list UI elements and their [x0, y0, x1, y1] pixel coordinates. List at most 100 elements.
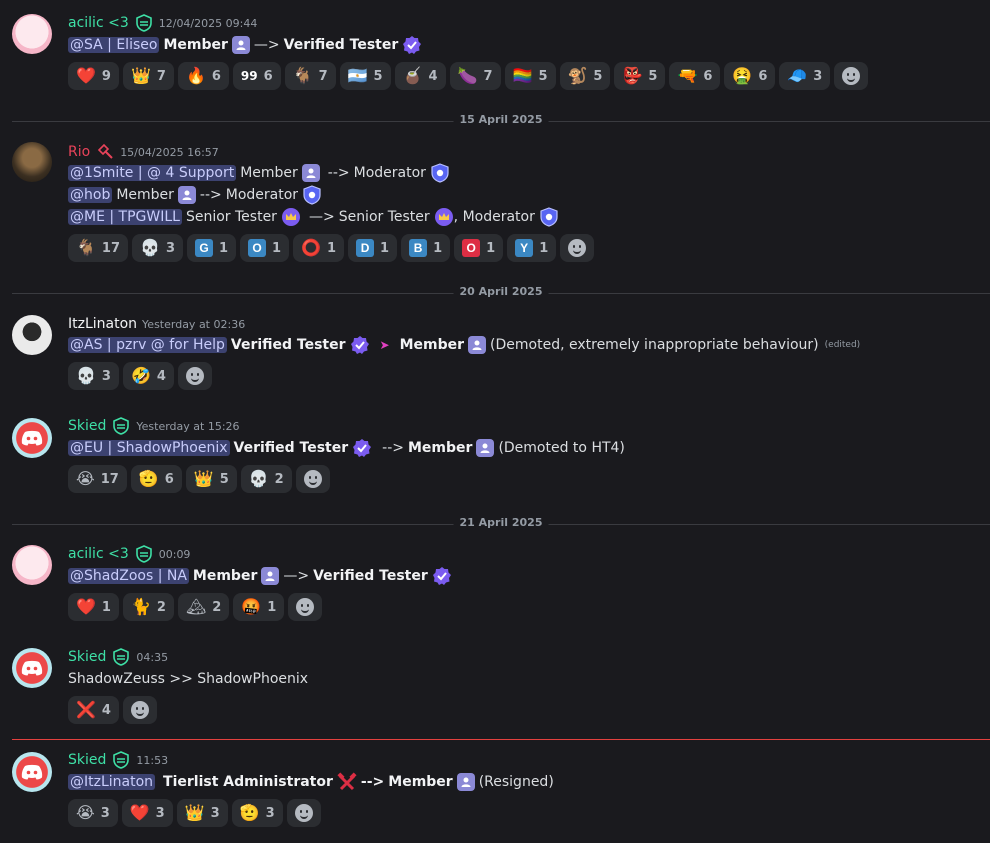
add-reaction-button[interactable] [560, 234, 595, 262]
username[interactable]: ItzLinaton [68, 316, 137, 332]
reaction-emoji: 😭 [76, 803, 95, 822]
avatar[interactable] [12, 648, 52, 688]
role-extra: , Moderator [453, 209, 535, 225]
reaction[interactable]: B1 [401, 234, 451, 262]
message-content: @1Smite | @ 4 Support Member --> Moderat… [68, 162, 450, 184]
reaction[interactable]: 🔫 6 [669, 62, 721, 90]
reaction[interactable]: 🤬 1 [233, 593, 285, 621]
reaction[interactable]: 💀 3 [68, 362, 119, 390]
reaction[interactable]: ⭕ 1 [293, 234, 345, 262]
reaction[interactable]: 🤣 4 [122, 362, 174, 390]
reaction[interactable]: G1 [186, 234, 237, 262]
date-divider: 21 April 2025 [12, 516, 990, 529]
member-role-icon [468, 336, 487, 354]
reaction[interactable]: ❌ 4 [68, 696, 119, 724]
reaction[interactable]: 👑 3 [176, 799, 228, 827]
reaction[interactable]: 🤮 6 [724, 62, 776, 90]
user-mention[interactable]: @1Smite | @ 4 Support [68, 165, 237, 181]
user-mention[interactable]: @ItzLinaton [68, 774, 156, 790]
reaction-emoji: 👺 [622, 66, 643, 85]
reaction[interactable]: 😭 3 [68, 799, 118, 827]
crossed-hammers-icon [337, 772, 357, 792]
add-reaction-button[interactable] [286, 799, 321, 827]
reaction[interactable]: 🏳️‍🌈 5 [504, 62, 556, 90]
username[interactable]: acilic <3 [68, 546, 129, 562]
message-note: (Demoted to HT4) [498, 440, 625, 456]
add-reaction-button[interactable] [122, 696, 157, 724]
username[interactable]: Skied [68, 649, 106, 665]
reaction[interactable]: 🐒 5 [559, 62, 611, 90]
reaction[interactable]: 🔥 6 [177, 62, 229, 90]
reaction[interactable]: 👑 5 [185, 465, 237, 493]
reaction-emoji: ❌ [76, 700, 96, 719]
reaction[interactable]: 🐐 7 [284, 62, 336, 90]
reaction-emoji: 🏔 [185, 597, 207, 616]
verified-badge-icon [352, 438, 372, 458]
reaction[interactable]: ❤️ 3 [121, 799, 173, 827]
reaction-emoji: 🏳️‍🌈 [512, 66, 533, 85]
reaction-bar: 💀 3 🤣 4 [68, 362, 212, 390]
reaction[interactable]: Y1 [507, 234, 557, 262]
role-shield-icon [111, 750, 131, 770]
user-mention[interactable]: @EU | ShadowPhoenix [68, 440, 230, 456]
reaction-count: 5 [373, 68, 383, 84]
reaction-count: 6 [211, 68, 221, 84]
reaction[interactable]: 💀 3 [132, 234, 183, 262]
reaction[interactable]: 😭 17 [68, 465, 127, 493]
username[interactable]: acilic <3 [68, 15, 129, 31]
role-shield-icon [111, 647, 131, 667]
reaction[interactable]: 🐐 17 [68, 234, 129, 262]
reaction[interactable]: 👑 7 [122, 62, 174, 90]
avatar[interactable] [12, 545, 52, 585]
username[interactable]: Skied [68, 418, 106, 434]
role-to: Verified Tester [313, 568, 428, 584]
reaction[interactable]: ❤️ 9 [68, 62, 119, 90]
reaction-bar: ❤️ 1 🐈 2 🏔 2 🤬 1 [68, 593, 323, 621]
user-mention[interactable]: @ME | TPGWILL [68, 209, 182, 225]
timestamp: 00:09 [158, 547, 191, 561]
reaction[interactable]: 🇦🇷 5 [339, 62, 391, 90]
reaction[interactable]: O1 [454, 234, 504, 262]
reaction[interactable]: 🏔 2 [177, 593, 230, 621]
reaction[interactable]: 🍆 7 [449, 62, 501, 90]
user-mention[interactable]: @AS | pzrv @ for Help [68, 337, 227, 353]
username[interactable]: Rio [68, 144, 90, 160]
message-header: Skied 04:35 [68, 647, 168, 667]
add-reaction-button[interactable] [295, 465, 330, 493]
reaction-count: 5 [648, 68, 658, 84]
avatar[interactable] [12, 418, 52, 458]
reaction-emoji: 💀 [140, 238, 160, 257]
add-reaction-button[interactable] [177, 362, 212, 390]
reaction-count: 1 [267, 599, 277, 615]
reaction[interactable]: 🫡 6 [130, 465, 182, 493]
arrow-text: —> [253, 37, 280, 53]
username[interactable]: Skied [68, 752, 106, 768]
avatar[interactable] [12, 14, 52, 54]
avatar[interactable] [12, 752, 52, 792]
reaction-emoji: 🇦🇷 [347, 66, 368, 85]
reaction[interactable]: 🐈 2 [122, 593, 174, 621]
reaction[interactable]: O1 [240, 234, 290, 262]
reaction[interactable]: 💀 2 [240, 465, 292, 493]
message-content: @AS | pzrv @ for Help Verified Tester ➤ … [68, 334, 860, 356]
reaction[interactable]: 🫡 3 [231, 799, 283, 827]
user-mention[interactable]: @SA | Eliseo [68, 37, 160, 53]
reaction[interactable]: ❤️ 1 [68, 593, 119, 621]
add-reaction-button[interactable] [288, 593, 323, 621]
reaction[interactable]: 🧢 3 [779, 62, 831, 90]
reaction-count: 6 [703, 68, 713, 84]
avatar[interactable] [12, 142, 52, 182]
add-reaction-button[interactable] [834, 62, 869, 90]
avatar[interactable] [12, 315, 52, 355]
user-mention[interactable]: @ShadZoos | NA [68, 568, 189, 584]
reaction[interactable]: 🧉 4 [394, 62, 446, 90]
reaction[interactable]: 👺 5 [614, 62, 666, 90]
reaction[interactable]: 99 6 [232, 62, 281, 90]
message-header: Rio 15/04/2025 16:57 [68, 142, 219, 162]
reaction-count: 1 [433, 240, 443, 256]
smiley-icon [185, 367, 204, 385]
reaction-bar: ❤️ 9 👑 7 🔥 6 99 6 🐐 7 🇦🇷 5 🧉 4 🍆 7 🏳️‍🌈 5 🐒 5 👺 5 🔫… [68, 62, 869, 90]
user-mention[interactable]: @hob [68, 187, 113, 203]
reaction[interactable]: D1 [348, 234, 398, 262]
reaction-count: 7 [483, 68, 493, 84]
